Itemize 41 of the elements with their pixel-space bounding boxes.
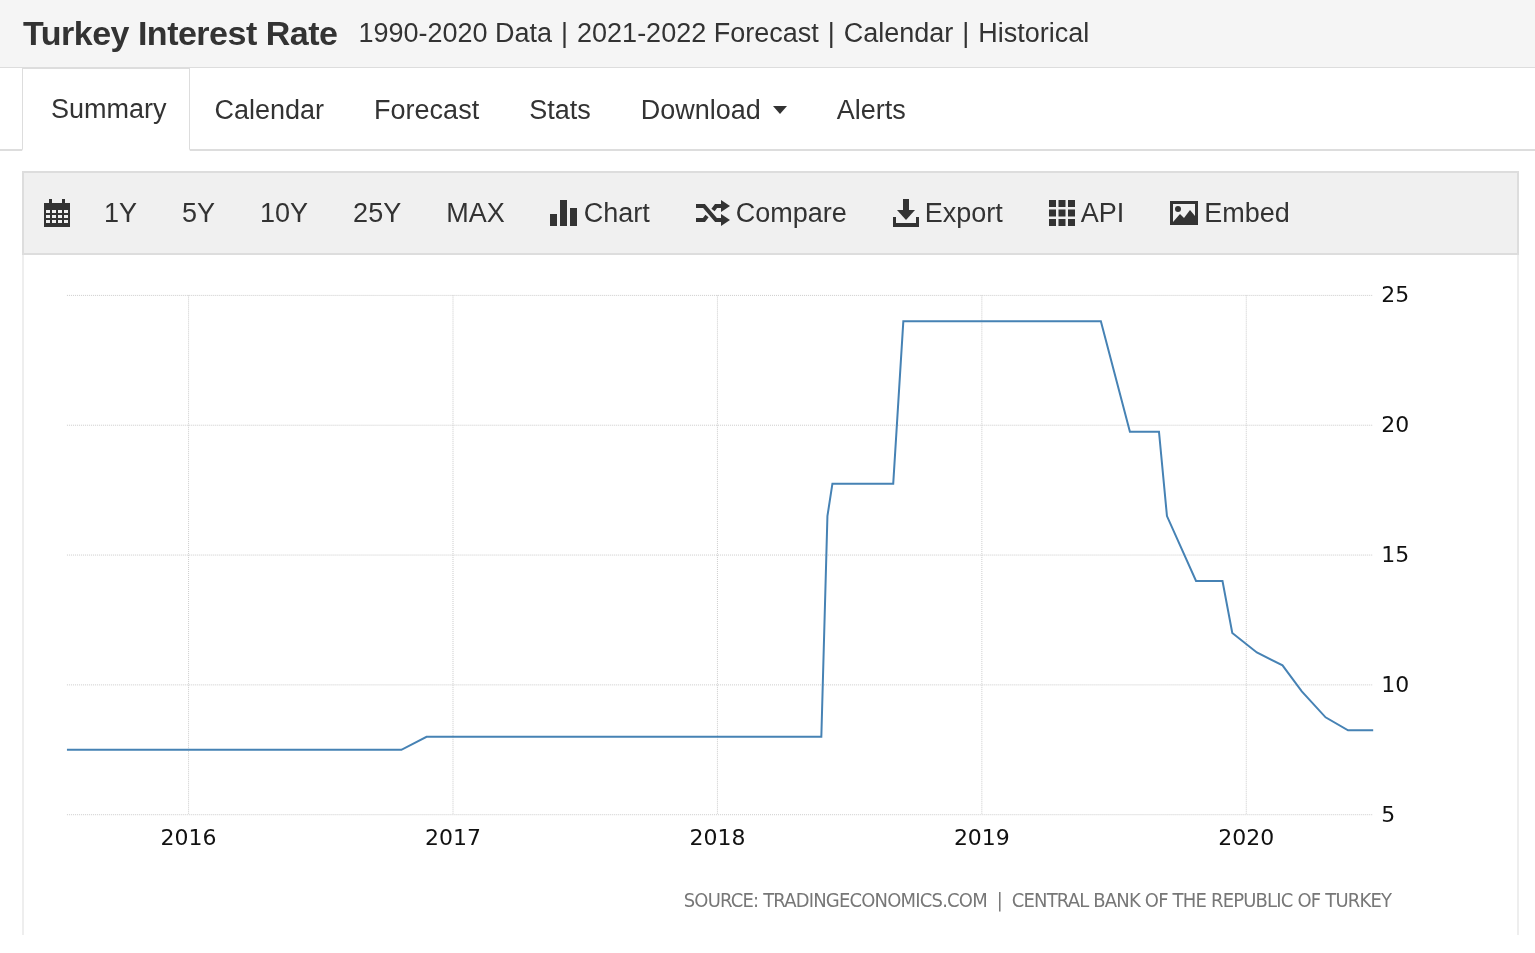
separator: | <box>962 18 970 49</box>
grid-icon <box>1048 200 1075 226</box>
tab[interactable]: Stats <box>504 68 616 151</box>
tab[interactable]: Alerts <box>811 68 931 151</box>
y-axis-label: 20 <box>1381 412 1410 438</box>
toolbar-button[interactable]: Export <box>892 197 1003 229</box>
download-icon <box>892 199 919 227</box>
image-icon <box>1170 201 1199 225</box>
x-axis-label: 2018 <box>689 824 746 850</box>
x-axis-label: 2017 <box>425 824 481 850</box>
x-axis-label: 2020 <box>1218 824 1275 850</box>
range-button[interactable]: 10Y <box>260 197 309 229</box>
y-axis-label: 10 <box>1381 671 1410 697</box>
calendar-icon[interactable] <box>44 199 70 227</box>
toolbar-button[interactable]: Compare <box>695 197 847 229</box>
tab[interactable]: Calendar <box>189 68 350 151</box>
y-axis-label: 15 <box>1381 542 1410 568</box>
range-button[interactable]: 5Y <box>182 197 216 229</box>
y-axis-label: 5 <box>1381 801 1396 827</box>
separator: | <box>827 18 835 49</box>
tab[interactable]: Download <box>615 68 812 151</box>
header-link[interactable]: Historical <box>978 18 1090 49</box>
range-button[interactable]: 1Y <box>104 197 138 229</box>
range-button[interactable]: MAX <box>446 197 505 229</box>
page-title: Turkey Interest Rate <box>23 14 338 53</box>
tab[interactable]: Summary <box>22 68 190 151</box>
range-button[interactable]: 25Y <box>353 197 402 229</box>
y-axis-label: 25 <box>1381 282 1410 308</box>
separator: | <box>561 18 569 49</box>
header-link[interactable]: 2021-2022 Forecast <box>577 18 819 49</box>
bar-chart-icon <box>549 200 578 226</box>
tab[interactable]: Forecast <box>349 68 505 151</box>
header-link[interactable]: Calendar <box>843 18 954 49</box>
x-axis-label: 2019 <box>953 824 1010 850</box>
toolbar-button[interactable]: Embed <box>1170 197 1290 229</box>
x-axis-label: 2016 <box>160 824 217 850</box>
toolbar-button[interactable]: API <box>1048 197 1125 229</box>
source-note: SOURCE: TRADINGECONOMICS.COM | CENTRAL BANK OF THE REPUBLIC OF TURKEY <box>683 887 1392 912</box>
toolbar-button[interactable]: Chart <box>549 197 650 229</box>
header-link[interactable]: 1990-2020 Data <box>358 18 553 49</box>
shuffle-icon <box>695 200 730 226</box>
